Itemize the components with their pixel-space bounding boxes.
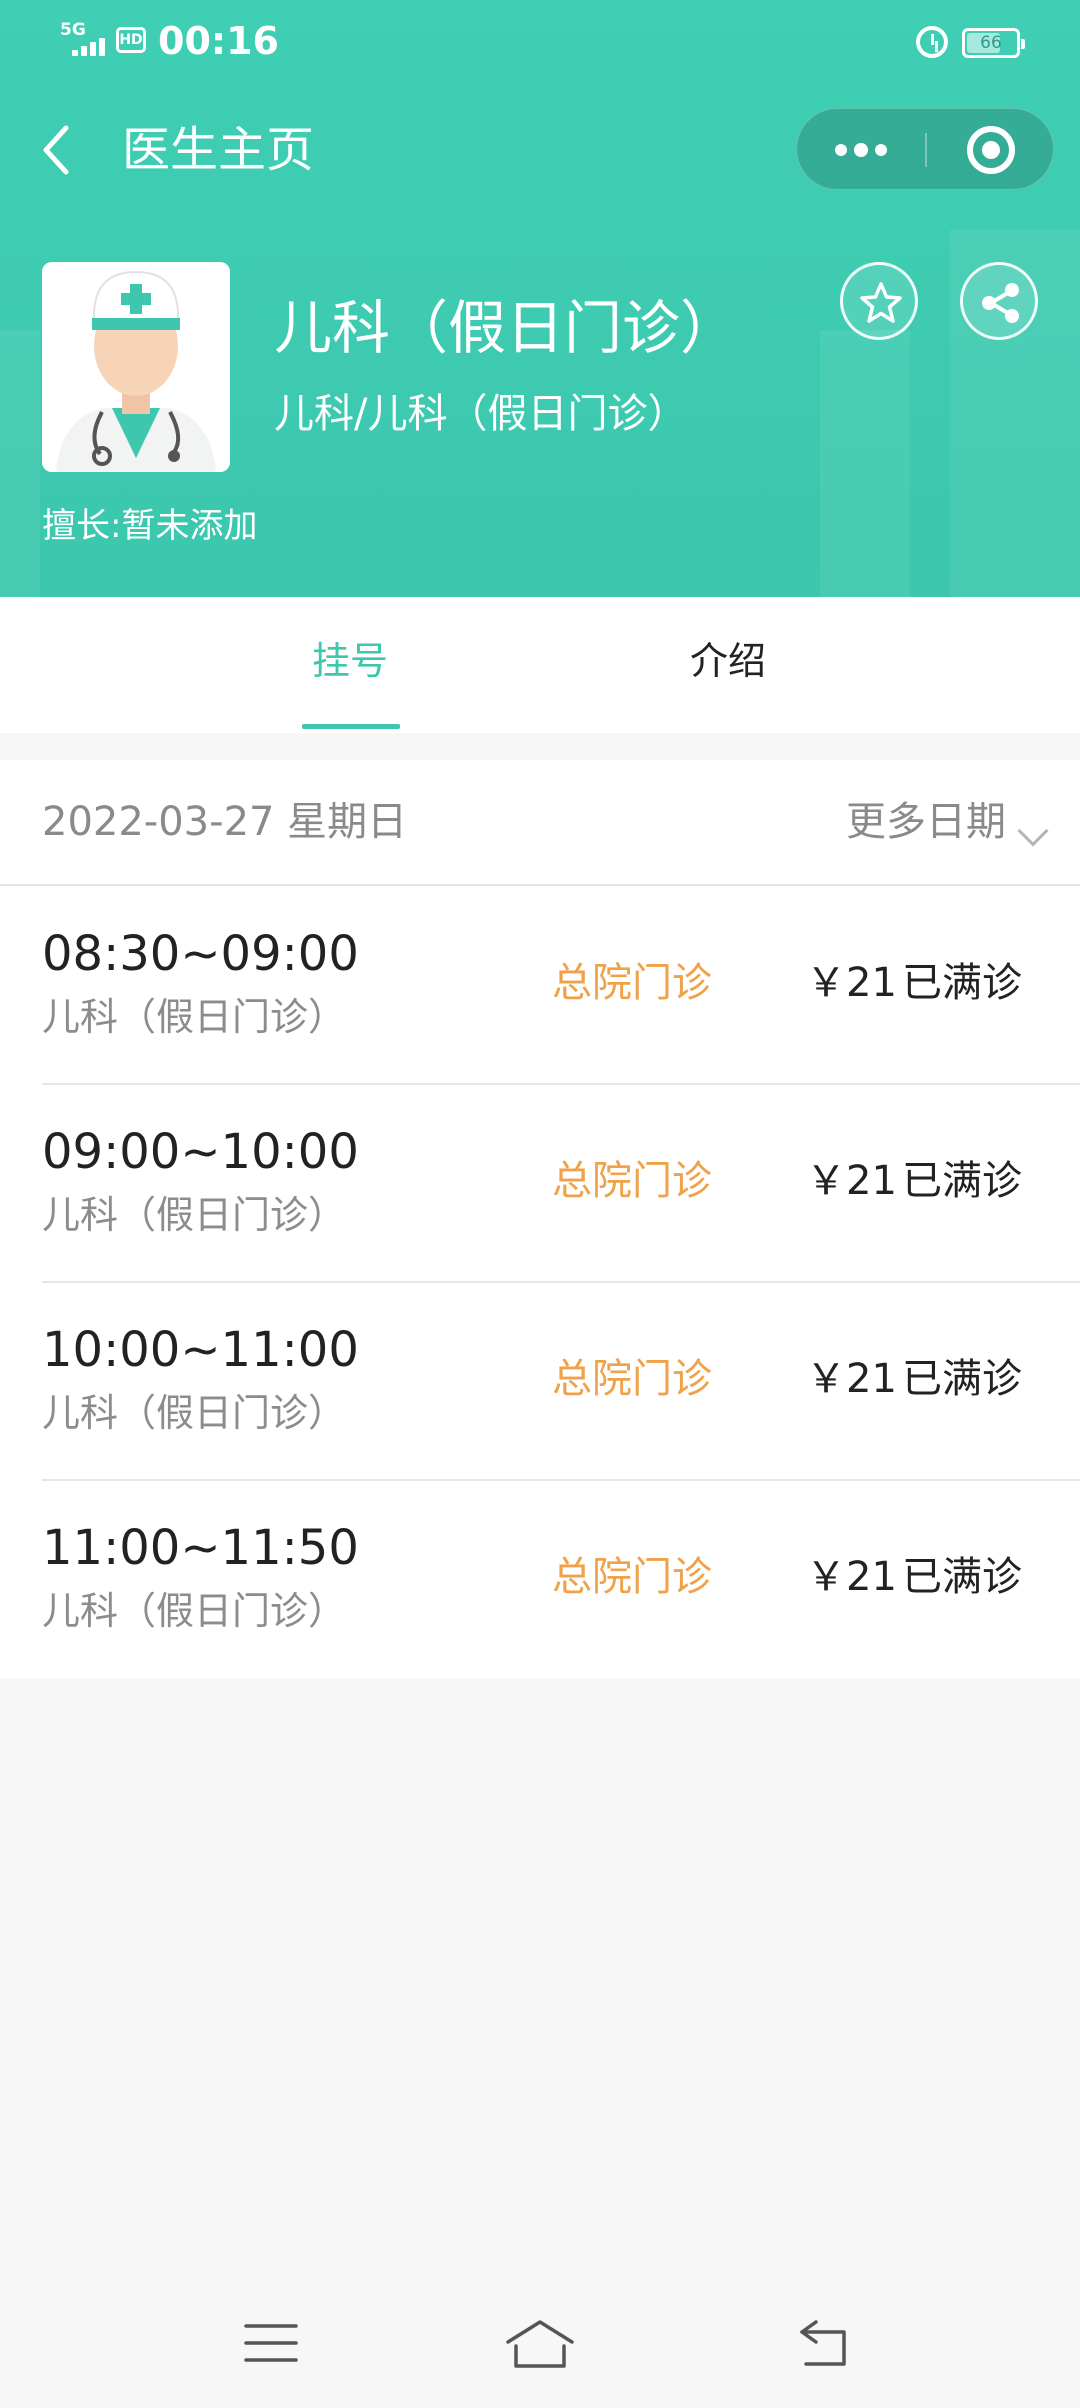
slot-department: 儿科（假日门诊） — [42, 1193, 347, 1237]
slot-time: 08:30~09:00 — [42, 926, 359, 982]
slot-department: 儿科（假日门诊） — [42, 995, 347, 1039]
doctor-name: 儿科（假日门诊） — [274, 294, 739, 362]
slot-price: ￥21 — [806, 960, 897, 1006]
slot-time: 09:00~10:00 — [42, 1124, 359, 1180]
status-bar: 5G HD 00:16 66 — [0, 0, 1080, 84]
doctor-avatar — [42, 262, 230, 472]
time-slot-row[interactable]: 09:00~10:00 儿科（假日门诊） 总院门诊 ￥21 已满诊 — [0, 1083, 1080, 1282]
slot-status: 已满诊 — [902, 960, 1022, 1006]
slot-status: 已满诊 — [902, 1356, 1022, 1402]
home-icon[interactable] — [504, 2318, 576, 2374]
alarm-icon — [916, 26, 948, 58]
time-slot-row[interactable]: 11:00~11:50 儿科（假日门诊） 总院门诊 ￥21 已满诊 — [0, 1479, 1080, 1678]
battery-percent: 66 — [980, 33, 1002, 53]
slot-time: 10:00~11:00 — [42, 1322, 359, 1378]
slot-department: 儿科（假日门诊） — [42, 1589, 347, 1633]
back-button[interactable] — [36, 114, 84, 186]
chevron-down-icon[interactable] — [1017, 815, 1049, 847]
favorite-button[interactable] — [840, 262, 918, 340]
chevron-left-icon — [43, 125, 69, 175]
star-icon — [860, 282, 902, 323]
share-icon — [982, 283, 1019, 323]
status-time: 00:16 — [158, 19, 279, 63]
time-slot-list: 08:30~09:00 儿科（假日门诊） 总院门诊 ￥21 已满诊 09:00~… — [0, 886, 1080, 1678]
miniprogram-capsule — [796, 108, 1054, 190]
slot-location: 总院门诊 — [552, 960, 712, 1006]
slot-location: 总院门诊 — [552, 1554, 712, 1600]
slot-price: ￥21 — [806, 1554, 897, 1600]
doctor-department: 儿科/儿科（假日门诊） — [274, 391, 688, 437]
system-navigation-bar — [0, 2284, 1080, 2408]
return-arrow-icon[interactable] — [796, 2318, 852, 2374]
doctor-specialty: 擅长:暂未添加 — [42, 506, 258, 546]
hd-badge: HD — [116, 27, 146, 53]
time-slot-row[interactable]: 10:00~11:00 儿科（假日门诊） 总院门诊 ￥21 已满诊 — [0, 1281, 1080, 1480]
tab-introduction[interactable]: 介绍 — [690, 633, 766, 689]
slot-time: 11:00~11:50 — [42, 1520, 359, 1576]
battery-icon: 66 — [962, 28, 1025, 58]
slot-department: 儿科（假日门诊） — [42, 1391, 347, 1435]
more-button[interactable] — [797, 109, 925, 191]
background-building — [820, 330, 910, 597]
doctor-avatar-illustration — [42, 262, 230, 472]
share-button[interactable] — [960, 262, 1038, 340]
active-tab-indicator — [302, 724, 400, 729]
doctor-header: 5G HD 00:16 66 医生主页 儿科（假日门诊） 儿科/儿科（假日门诊）… — [0, 0, 1080, 597]
tab-bar: 挂号 介绍 — [0, 597, 1080, 733]
slot-status: 已满诊 — [902, 1158, 1022, 1204]
capsule-divider — [925, 133, 927, 167]
selected-date: 2022-03-27 星期日 — [42, 799, 408, 845]
slot-price: ￥21 — [806, 1356, 897, 1402]
close-miniprogram-button[interactable] — [967, 126, 1015, 174]
time-slot-row[interactable]: 08:30~09:00 儿科（假日门诊） 总院门诊 ￥21 已满诊 — [0, 886, 1080, 1084]
network-type: 5G — [60, 20, 86, 40]
slot-status: 已满诊 — [902, 1554, 1022, 1600]
background-building — [0, 330, 40, 597]
more-dates-button[interactable]: 更多日期 — [846, 794, 1006, 850]
tab-registration[interactable]: 挂号 — [312, 633, 388, 689]
hamburger-menu-icon[interactable] — [244, 2318, 298, 2372]
slot-location: 总院门诊 — [552, 1158, 712, 1204]
page-title: 医生主页 — [122, 122, 315, 178]
date-selector: 2022-03-27 星期日 更多日期 — [0, 760, 1080, 886]
slot-location: 总院门诊 — [552, 1356, 712, 1402]
slot-price: ￥21 — [806, 1158, 897, 1204]
